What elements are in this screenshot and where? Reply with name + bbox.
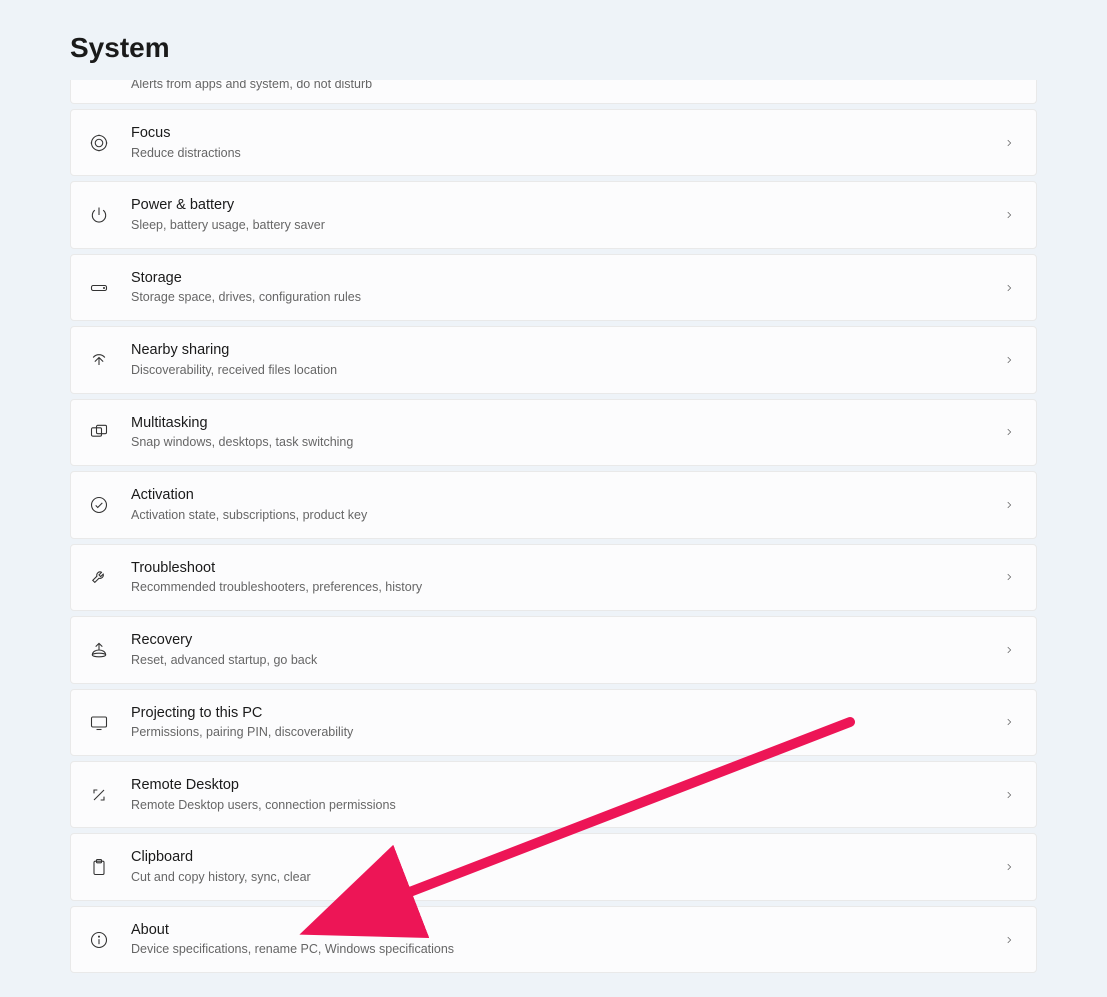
nearby-icon — [89, 350, 109, 370]
settings-item-subtitle: Remote Desktop users, connection permiss… — [131, 797, 980, 814]
storage-icon — [89, 278, 109, 298]
settings-item-notifications[interactable]: NotificationsAlerts from apps and system… — [70, 80, 1037, 104]
settings-item-text: ClipboardCut and copy history, sync, cle… — [131, 848, 980, 885]
settings-item-text: TroubleshootRecommended troubleshooters,… — [131, 559, 980, 596]
power-icon — [89, 205, 109, 225]
chevron-right-icon — [1002, 425, 1016, 439]
activation-icon — [89, 495, 109, 515]
clipboard-icon — [89, 857, 109, 877]
settings-item-activation[interactable]: ActivationActivation state, subscription… — [70, 471, 1037, 538]
settings-item-title: Power & battery — [131, 196, 980, 216]
chevron-right-icon — [1002, 715, 1016, 729]
settings-item-multitasking[interactable]: MultitaskingSnap windows, desktops, task… — [70, 399, 1037, 466]
chevron-right-icon — [1002, 281, 1016, 295]
chevron-right-icon — [1002, 933, 1016, 947]
settings-item-title: Activation — [131, 486, 980, 506]
settings-item-troubleshoot[interactable]: TroubleshootRecommended troubleshooters,… — [70, 544, 1037, 611]
settings-item-subtitle: Permissions, pairing PIN, discoverabilit… — [131, 724, 980, 741]
settings-item-title: Clipboard — [131, 848, 980, 868]
settings-item-subtitle: Device specifications, rename PC, Window… — [131, 941, 980, 958]
settings-item-text: Projecting to this PCPermissions, pairin… — [131, 704, 980, 741]
focus-icon — [89, 133, 109, 153]
settings-item-title: Remote Desktop — [131, 776, 980, 796]
settings-item-title: Recovery — [131, 631, 980, 651]
settings-item-text: Power & batterySleep, battery usage, bat… — [131, 196, 980, 233]
recovery-icon — [89, 640, 109, 660]
settings-item-title: Projecting to this PC — [131, 704, 980, 724]
settings-item-text: ActivationActivation state, subscription… — [131, 486, 980, 523]
settings-item-clipboard[interactable]: ClipboardCut and copy history, sync, cle… — [70, 833, 1037, 900]
settings-item-title: Multitasking — [131, 414, 980, 434]
settings-item-projecting[interactable]: Projecting to this PCPermissions, pairin… — [70, 689, 1037, 756]
settings-item-text: AboutDevice specifications, rename PC, W… — [131, 921, 980, 958]
settings-item-subtitle: Discoverability, received files location — [131, 362, 980, 379]
settings-item-recovery[interactable]: RecoveryReset, advanced startup, go back — [70, 616, 1037, 683]
settings-item-text: Nearby sharingDiscoverability, received … — [131, 341, 980, 378]
projecting-icon — [89, 712, 109, 732]
settings-item-subtitle: Storage space, drives, configuration rul… — [131, 289, 980, 306]
chevron-right-icon — [1002, 498, 1016, 512]
settings-item-subtitle: Snap windows, desktops, task switching — [131, 434, 980, 451]
settings-item-subtitle: Alerts from apps and system, do not dist… — [131, 80, 1016, 93]
settings-item-title: Nearby sharing — [131, 341, 980, 361]
settings-item-subtitle: Recommended troubleshooters, preferences… — [131, 579, 980, 596]
settings-item-title: Storage — [131, 269, 980, 289]
settings-item-storage[interactable]: StorageStorage space, drives, configurat… — [70, 254, 1037, 321]
chevron-right-icon — [1002, 788, 1016, 802]
settings-item-nearby[interactable]: Nearby sharingDiscoverability, received … — [70, 326, 1037, 393]
settings-item-text: RecoveryReset, advanced startup, go back — [131, 631, 980, 668]
troubleshoot-icon — [89, 567, 109, 587]
settings-item-subtitle: Reduce distractions — [131, 145, 980, 162]
settings-item-subtitle: Activation state, subscriptions, product… — [131, 507, 980, 524]
page-title: System — [70, 0, 1037, 80]
settings-list: NotificationsAlerts from apps and system… — [70, 80, 1037, 973]
settings-item-subtitle: Cut and copy history, sync, clear — [131, 869, 980, 886]
chevron-right-icon — [1002, 570, 1016, 584]
remote-icon — [89, 785, 109, 805]
settings-item-title: About — [131, 921, 980, 941]
chevron-right-icon — [1002, 353, 1016, 367]
settings-item-text: NotificationsAlerts from apps and system… — [131, 80, 1016, 93]
settings-item-remote[interactable]: Remote DesktopRemote Desktop users, conn… — [70, 761, 1037, 828]
settings-item-power[interactable]: Power & batterySleep, battery usage, bat… — [70, 181, 1037, 248]
settings-item-title: Focus — [131, 124, 980, 144]
settings-item-about[interactable]: AboutDevice specifications, rename PC, W… — [70, 906, 1037, 973]
settings-item-text: MultitaskingSnap windows, desktops, task… — [131, 414, 980, 451]
multitasking-icon — [89, 422, 109, 442]
chevron-right-icon — [1002, 208, 1016, 222]
chevron-right-icon — [1002, 860, 1016, 874]
settings-item-text: StorageStorage space, drives, configurat… — [131, 269, 980, 306]
settings-item-subtitle: Reset, advanced startup, go back — [131, 652, 980, 669]
settings-item-focus[interactable]: FocusReduce distractions — [70, 109, 1037, 176]
chevron-right-icon — [1002, 136, 1016, 150]
settings-item-text: Remote DesktopRemote Desktop users, conn… — [131, 776, 980, 813]
settings-item-subtitle: Sleep, battery usage, battery saver — [131, 217, 980, 234]
chevron-right-icon — [1002, 643, 1016, 657]
settings-item-text: FocusReduce distractions — [131, 124, 980, 161]
about-icon — [89, 930, 109, 950]
settings-item-title: Troubleshoot — [131, 559, 980, 579]
